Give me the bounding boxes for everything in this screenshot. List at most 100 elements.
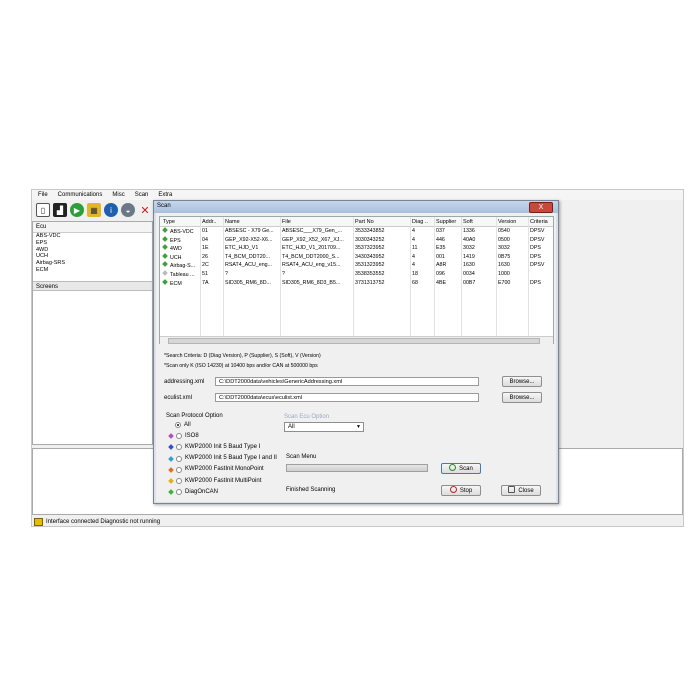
dashboard-icon[interactable]: ◒	[121, 203, 135, 217]
table-cell-type: Tableau ...	[162, 270, 195, 278]
table-cell-file: ETC_HJD_V1_201709...	[282, 245, 341, 252]
table-cell-soft: 1336	[463, 228, 475, 234]
ecu-list-item[interactable]: Airbag-SRS	[33, 260, 152, 267]
ecu-list-item[interactable]: EPS	[33, 240, 152, 247]
menu-scan[interactable]: Scan	[135, 192, 149, 198]
protocol-option-label[interactable]: KWP2000 FastInit MultiPoint	[185, 478, 261, 484]
play-icon[interactable]: ▶	[70, 203, 84, 217]
table-cell-diag: 4	[412, 228, 415, 234]
scan-progress-bar	[286, 464, 428, 472]
table-cell-soft: 00B7	[463, 279, 476, 286]
protocol-radio[interactable]	[176, 444, 182, 451]
menu-communications[interactable]: Communications	[58, 192, 103, 198]
ecu-list-item[interactable]: ABS-VDC	[33, 233, 152, 240]
table-cell-addr: 2C	[202, 262, 209, 269]
table-cell-supplier: 037	[436, 228, 445, 234]
eculist-path-field[interactable]: C:\DDT2000data\ecus\eculist.xml	[215, 393, 479, 402]
criteria-note: *Search Criteria: D (Diag Version), P (S…	[164, 353, 321, 359]
protocol-option-label[interactable]: DiagOnCAN	[185, 489, 218, 495]
protocol-radio[interactable]	[175, 422, 181, 428]
browse-addressing-button[interactable]: Browse...	[502, 376, 542, 387]
table-row[interactable]: UCH 26 T4_BCM_DDT20... T4_BCM_DDT2000_S... 3…	[160, 252, 553, 262]
menu-misc[interactable]: Misc	[112, 192, 124, 198]
ecu-results-table: Type Addr.. Name File Part No Diag .. Su…	[159, 216, 554, 344]
document-icon[interactable]: ▯	[36, 203, 50, 217]
ecu-status-icon	[162, 270, 168, 276]
table-row[interactable]: EPS 04 GEP_X92-X52-X6... GEP_X92_X52_X67_XJ…	[160, 235, 553, 245]
column-header-diag[interactable]: Diag ..	[412, 219, 428, 225]
table-cell-type-text: UCH	[170, 254, 182, 261]
close-icon[interactable]: ✕	[138, 203, 152, 217]
table-cell-addr: 26	[202, 253, 208, 260]
protocol-color-icon	[168, 478, 174, 484]
column-header-part-no[interactable]: Part No	[355, 219, 374, 225]
dialog-close-button[interactable]: X	[529, 202, 553, 213]
table-row[interactable]: Airbag-S... 2C RSAT4_ACU_eng... RSAT4_ACU_e…	[160, 261, 553, 270]
table-row[interactable]: ECM 7A SID305_RM6_8D... SID305_RM6_8D3_B5..…	[160, 278, 553, 288]
ecu-option-select[interactable]: All ▼	[284, 422, 364, 432]
ecu-option-title: Scan Ecu Option	[284, 414, 330, 420]
dialog-titlebar[interactable]: Scan X	[154, 201, 558, 213]
browse-eculist-button[interactable]: Browse...	[502, 392, 542, 403]
table-cell-diag: 18	[412, 271, 418, 277]
addressing-path-field[interactable]: C:\DDT2000data\vehicles\GenericAddressin…	[215, 377, 479, 386]
column-header-file[interactable]: File	[282, 219, 291, 225]
table-cell-file: SID305_RM6_8D3_B5...	[282, 279, 341, 286]
ecu-panel: Ecu ABS-VDC EPS 4WD UCH Airbag-SRS ECM S…	[32, 221, 153, 445]
table-cell-diag: 68	[412, 279, 418, 286]
scan-note: *Scan only K (ISO 14230) at 10400 bps an…	[164, 363, 318, 369]
table-cell-type-text: Tableau ...	[170, 272, 195, 278]
column-header-version[interactable]: Version	[498, 219, 516, 225]
stop-button[interactable]: Stop	[441, 485, 481, 496]
protocol-radio[interactable]	[176, 478, 182, 484]
column-header-soft[interactable]: Soft	[463, 219, 473, 225]
table-cell-addr: 51	[202, 271, 208, 277]
table-cell-part: 3731313752	[355, 279, 385, 286]
protocol-option-label[interactable]: KWP2000 Init 5 Baud Type I and II	[185, 455, 277, 461]
column-header-criteria[interactable]: Criteria	[530, 219, 548, 225]
chart-icon[interactable]: ▟	[53, 203, 67, 217]
chevron-down-icon: ▼	[356, 424, 361, 430]
protocol-option-label[interactable]: KWP2000 Init 5 Baud Type I	[185, 444, 260, 450]
column-header-address[interactable]: Addr..	[202, 219, 216, 225]
info-icon[interactable]: i	[104, 203, 118, 217]
column-header-type[interactable]: Type	[163, 219, 175, 225]
table-cell-criteria: DPSV	[530, 236, 545, 243]
table-cell-addr: 1E	[202, 245, 209, 252]
table-row[interactable]: Tableau ... 51?? 3538353552 18 096 0034 1000	[160, 270, 553, 279]
table-cell-soft: 0034	[463, 271, 475, 277]
table-cell-version: 1630	[498, 262, 510, 269]
protocol-radio[interactable]	[176, 489, 182, 496]
ecu-list-item[interactable]: UCH	[33, 253, 152, 260]
protocol-radio[interactable]	[176, 466, 182, 473]
eculist-label: eculist.xml	[164, 395, 193, 401]
table-cell-supplier: 4BE	[436, 279, 447, 286]
table-cell-diag: 4	[412, 262, 415, 269]
table-cell-diag: 4	[412, 236, 415, 243]
ecu-list-item[interactable]: ECM	[33, 267, 152, 274]
protocol-color-icon	[168, 444, 174, 451]
ecu-list-item[interactable]: 4WD	[33, 247, 152, 254]
chip-icon[interactable]: ▦	[87, 203, 101, 217]
protocol-radio[interactable]	[176, 433, 182, 440]
ecu-status-icon	[162, 227, 168, 233]
table-cell-type: Airbag-S...	[162, 261, 195, 269]
table-row[interactable]: 4WD 1E ETC_HJD_V1 ETC_HJD_V1_201709... 35373…	[160, 244, 553, 253]
dialog-body: Type Addr.. Name File Part No Diag .. Su…	[156, 213, 556, 502]
column-header-name[interactable]: Name	[225, 219, 240, 225]
menu-extra[interactable]: Extra	[158, 192, 172, 198]
protocol-option-label[interactable]: All	[184, 422, 191, 428]
table-cell-criteria: DPS	[530, 253, 541, 260]
menu-file[interactable]: File	[38, 192, 48, 198]
scrollbar-thumb[interactable]	[168, 338, 540, 344]
screens-header: Screens	[33, 281, 152, 291]
scan-button[interactable]: Scan	[441, 463, 481, 474]
column-header-supplier[interactable]: Supplier	[436, 219, 456, 225]
table-row[interactable]: ABS-VDC 01 ABSESC - X79 Ge... ABSESC___X79_…	[160, 227, 553, 236]
table-cell-diag: 11	[412, 245, 418, 252]
horizontal-scrollbar[interactable]	[160, 336, 553, 344]
protocol-option-label[interactable]: ISO8	[185, 433, 199, 439]
protocol-radio[interactable]	[176, 455, 182, 462]
close-button[interactable]: Close	[501, 485, 541, 496]
protocol-option-label[interactable]: KWP2000 FastInit MonoPoint	[185, 466, 264, 472]
